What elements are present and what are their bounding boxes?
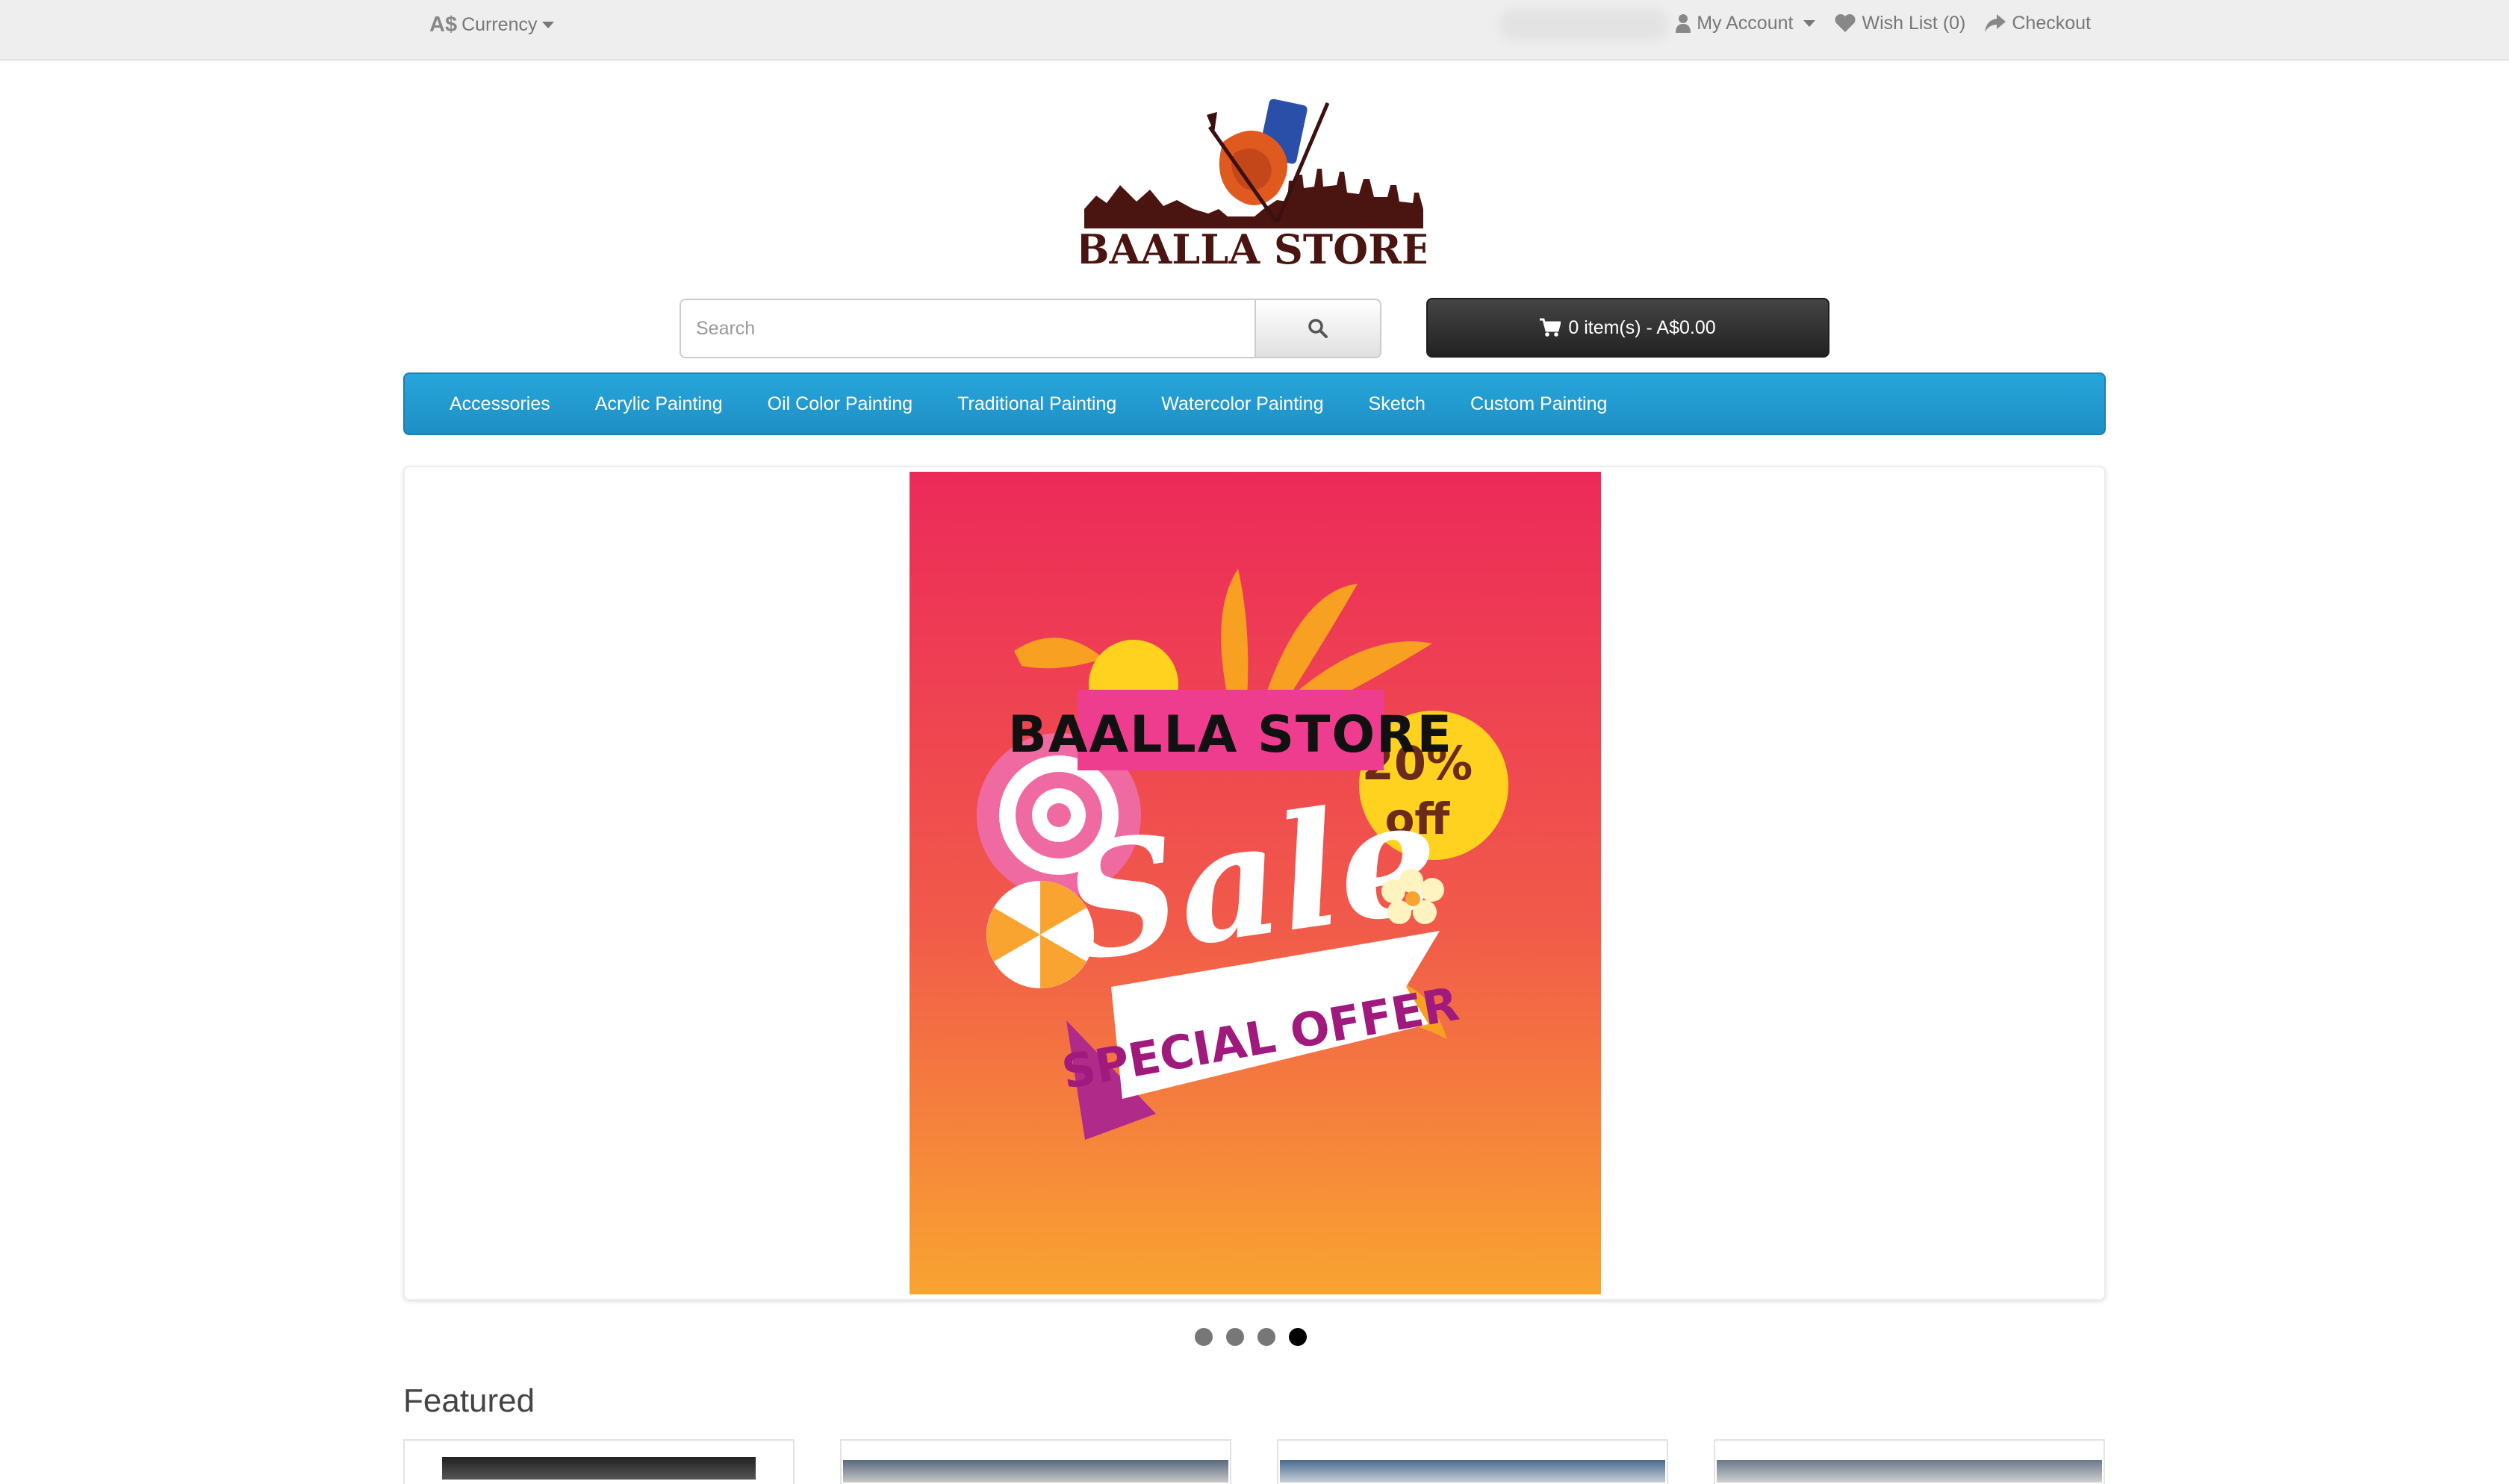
menu-item-sketch[interactable]: Sketch	[1346, 393, 1448, 415]
share-icon	[1985, 14, 2006, 32]
product-image[interactable]	[442, 1457, 756, 1480]
product-card[interactable]	[1714, 1439, 2105, 1484]
slide-dot-3[interactable]	[1257, 1328, 1275, 1346]
menu-item-oil-color-painting[interactable]: Oil Color Painting	[745, 393, 936, 415]
menu-item-acrylic-painting[interactable]: Acrylic Painting	[573, 393, 745, 415]
banner-store-name: BAALLA STORE	[1008, 705, 1453, 764]
main-menu: Accessories Acrylic Painting Oil Color P…	[403, 372, 2106, 435]
shopping-cart-icon	[1540, 318, 1561, 337]
slideshow-pagination	[1195, 1328, 1307, 1346]
logo-text: BAALLA STORE	[1081, 225, 1426, 269]
caret-down-icon	[541, 21, 554, 28]
featured-heading: Featured	[403, 1382, 535, 1419]
product-card[interactable]	[1277, 1439, 1668, 1484]
top-links: My Account Wish List (0) Checkout	[1676, 7, 2091, 39]
my-account-label: My Account	[1697, 12, 1794, 34]
slide-dot-1[interactable]	[1195, 1328, 1213, 1346]
currency-symbol: A$	[429, 12, 458, 37]
menu-item-accessories[interactable]: Accessories	[427, 393, 573, 415]
store-logo[interactable]: BAALLA STORE	[1081, 97, 1426, 269]
checkout-link[interactable]: Checkout	[1985, 13, 2091, 34]
caret-down-icon	[1803, 19, 1816, 27]
sale-banner[interactable]: 20% off BAALLA STORE Sale SPECIAL OFFER	[910, 472, 1601, 1294]
heart-icon	[1835, 14, 1856, 32]
menu-item-traditional-painting[interactable]: Traditional Painting	[935, 393, 1139, 415]
product-image[interactable]	[1717, 1460, 2102, 1483]
search-icon	[1308, 319, 1328, 338]
search-input[interactable]	[680, 299, 1254, 358]
menu-item-custom-painting[interactable]: Custom Painting	[1448, 393, 1629, 415]
slideshow[interactable]: 20% off BAALLA STORE Sale SPECIAL OFFER	[403, 466, 2106, 1300]
product-image[interactable]	[1280, 1460, 1665, 1483]
wish-list-label: Wish List (0)	[1862, 12, 1966, 34]
product-image[interactable]	[843, 1460, 1228, 1483]
product-card[interactable]	[403, 1439, 795, 1484]
top-bar: A$ Currency My Account Wish List (0) Che…	[0, 0, 2509, 60]
my-account-dropdown[interactable]: My Account	[1676, 12, 1816, 34]
slide-dot-2[interactable]	[1226, 1328, 1244, 1346]
cart-button[interactable]: 0 item(s) - A$0.00	[1426, 298, 1829, 358]
slide-dot-4-active[interactable]	[1289, 1328, 1307, 1346]
product-card[interactable]	[840, 1439, 1231, 1484]
blurred-phone-area	[1499, 9, 1668, 40]
currency-dropdown[interactable]: A$ Currency	[429, 10, 554, 40]
cart-label: 0 item(s) - A$0.00	[1568, 317, 1716, 338]
currency-label: Currency	[461, 13, 538, 35]
user-icon	[1676, 14, 1691, 33]
menu-item-watercolor-painting[interactable]: Watercolor Painting	[1139, 393, 1346, 415]
search-button[interactable]	[1254, 299, 1381, 358]
search-group	[680, 299, 1381, 358]
wish-list-link[interactable]: Wish List (0)	[1835, 13, 1965, 34]
checkout-label: Checkout	[2012, 12, 2091, 34]
